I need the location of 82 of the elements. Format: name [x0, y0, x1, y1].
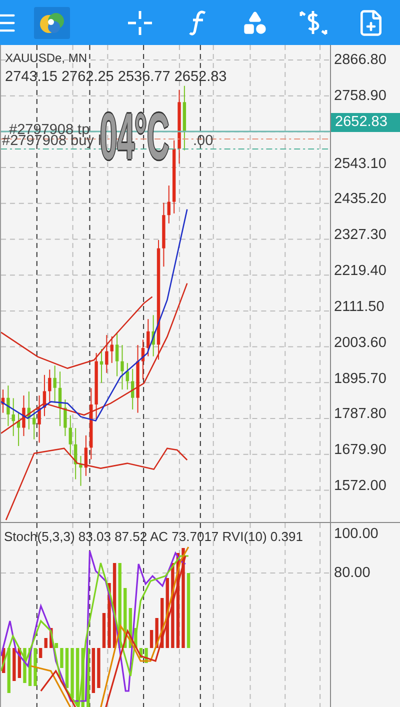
- histogram-bar: [28, 648, 32, 686]
- histogram-bar: [2, 648, 6, 673]
- candle: [94, 352, 98, 420]
- histogram-bar: [23, 648, 26, 683]
- candle: [32, 408, 36, 440]
- candle: [68, 414, 72, 456]
- histogram-bar: [44, 638, 48, 648]
- histogram-bar: [128, 608, 132, 648]
- ohlc-values: 2743.15 2762.25 2536.77 2652.83: [5, 69, 227, 85]
- indicator-legend: Stoch(5,3,3) 83.03 87.52 AC 73.7017 RVI(10) 0.391: [4, 529, 303, 544]
- oscillator-scale-label: 100.00: [333, 525, 378, 544]
- histogram-bar: [54, 643, 58, 648]
- candle: [1, 389, 5, 414]
- histogram-bar: [86, 648, 90, 707]
- order-label: .00: [193, 133, 214, 149]
- candle: [110, 336, 114, 364]
- candle: [162, 202, 166, 268]
- histogram-bar: [76, 648, 80, 706]
- candle: [146, 318, 150, 357]
- histogram-bar: [124, 588, 127, 648]
- candle: [126, 362, 129, 390]
- histogram-bar: [155, 618, 158, 648]
- histogram-bar: [70, 648, 74, 698]
- histogram-bar: [144, 648, 148, 663]
- current-price-tag: 2652.83: [331, 112, 400, 132]
- histogram-bar: [81, 648, 84, 707]
- candle: [152, 314, 155, 357]
- histogram-bar: [12, 648, 16, 681]
- candle: [42, 374, 46, 417]
- candle: [22, 395, 26, 437]
- candle: [6, 385, 10, 427]
- histogram-bar: [160, 598, 164, 648]
- histogram-bar: [166, 578, 169, 648]
- candle: [105, 334, 108, 374]
- price-label: 2435.20: [333, 190, 386, 210]
- price-label: 1787.80: [333, 405, 386, 424]
- candle: [141, 339, 145, 380]
- histogram-bar: [92, 648, 96, 693]
- price-label: 2327.30: [333, 226, 386, 246]
- histogram-bar: [102, 613, 106, 648]
- price-label: 2219.40: [333, 262, 386, 282]
- price-label: 2111.50: [333, 298, 384, 317]
- histogram-bar: [34, 648, 37, 686]
- oscillator-scale-label: 80.00: [333, 564, 370, 583]
- candle: [58, 371, 62, 427]
- price-label: 2866.80: [333, 51, 386, 70]
- candle: [167, 185, 170, 224]
- candle: [74, 428, 78, 480]
- price-label: 2543.10: [333, 154, 386, 174]
- candle: [12, 398, 15, 437]
- candle: [115, 332, 119, 377]
- candle: [182, 85, 186, 151]
- price-label: 2003.60: [333, 334, 386, 353]
- histogram-bar: [139, 648, 143, 658]
- histogram-bar: [108, 583, 111, 648]
- histogram-bar: [65, 648, 69, 688]
- histogram-bar: [18, 648, 22, 678]
- candle: [136, 344, 140, 414]
- candle: [120, 344, 124, 390]
- histogram-bar: [134, 628, 138, 648]
- histogram-bar: [150, 630, 154, 648]
- price-label: 2758.90: [333, 86, 386, 106]
- candle: [38, 395, 41, 444]
- candle: [79, 455, 82, 486]
- histogram-bar: [97, 648, 100, 688]
- symbol-label: XAUUSDe, MN: [5, 51, 88, 65]
- candle: [131, 368, 134, 410]
- app-logo-icon[interactable]: [34, 6, 70, 38]
- candle: [53, 365, 56, 404]
- candle: [16, 412, 20, 446]
- candle: [100, 348, 104, 384]
- candle: [84, 434, 88, 476]
- candle: [48, 369, 52, 404]
- candle: [64, 399, 67, 437]
- histogram-bar: [7, 648, 10, 693]
- candle: [27, 391, 30, 430]
- price-label: 1895.70: [333, 370, 386, 389]
- price-label: 1679.90: [333, 441, 386, 460]
- price-label: 1572.00: [333, 477, 386, 496]
- histogram-bar: [60, 648, 64, 668]
- histogram-bar: [50, 628, 53, 648]
- histogram-bar: [38, 648, 42, 658]
